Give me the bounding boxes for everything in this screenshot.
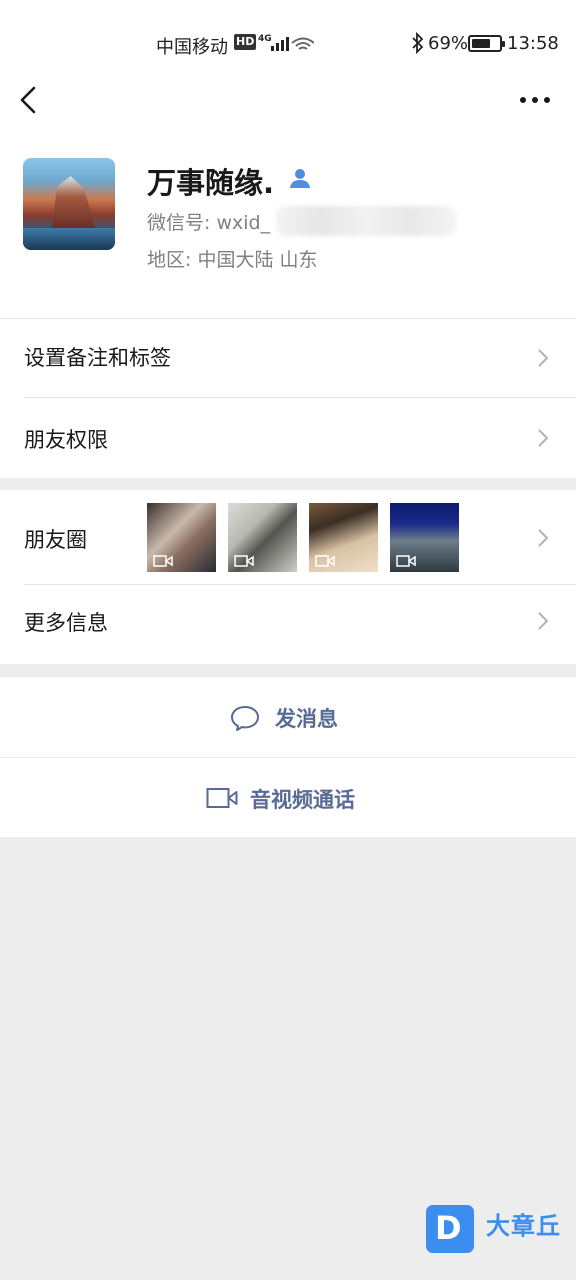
moment-thumbnail[interactable] — [147, 503, 216, 572]
avatar[interactable] — [23, 158, 115, 250]
video-call-button[interactable]: 音视频通话 — [0, 758, 576, 837]
hd-badge: HD — [234, 34, 257, 50]
back-chevron-icon[interactable] — [14, 84, 44, 116]
chevron-right-icon — [538, 529, 549, 547]
watermark-letter: D — [435, 1209, 462, 1247]
network-label: 4G — [258, 34, 272, 44]
moment-thumbnail[interactable] — [390, 503, 459, 572]
region-text: 地区: 中国大陆 山东 — [147, 249, 318, 271]
moment-thumbnail[interactable] — [309, 503, 378, 572]
clock: 13:58 — [507, 33, 559, 54]
status-bar: 中国移动 HD 4G 69% 13:58 — [0, 0, 576, 84]
wechat-id: 微信号: wxid_ — [147, 212, 271, 234]
signal-wifi-icon: 4G — [258, 34, 314, 51]
video-icon — [315, 555, 335, 567]
watermark-text: 大章丘 — [486, 1212, 561, 1240]
avatar-water — [23, 228, 115, 250]
chevron-right-icon — [538, 429, 549, 447]
remark-row[interactable]: 设置备注和标签 — [0, 318, 576, 398]
video-icon — [234, 555, 254, 567]
avatar-mountain — [51, 176, 95, 228]
battery-fill — [472, 39, 490, 48]
bluetooth-icon — [412, 31, 424, 55]
chevron-right-icon — [538, 349, 549, 367]
watermark-logo: D — [426, 1205, 474, 1253]
moment-thumbnail[interactable] — [228, 503, 297, 572]
redacted-id-blur — [276, 206, 456, 236]
contact-name: 万事随缘. — [147, 166, 275, 200]
chat-bubble-icon — [231, 706, 259, 731]
carrier-label: 中国移动 — [156, 37, 228, 58]
video-camera-icon — [206, 788, 238, 808]
battery-percent: 69% — [428, 33, 469, 54]
more-dots-icon[interactable] — [518, 92, 552, 108]
video-icon — [153, 555, 173, 567]
video-icon — [396, 555, 416, 567]
battery-icon — [468, 35, 505, 52]
send-message-button[interactable]: 发消息 — [0, 677, 576, 757]
permissions-label: 朋友权限 — [24, 428, 108, 452]
permissions-row[interactable]: 朋友权限 — [0, 398, 576, 478]
more-info-label: 更多信息 — [24, 611, 108, 635]
remark-label: 设置备注和标签 — [24, 346, 171, 370]
chevron-right-icon — [538, 612, 549, 630]
send-message-label: 发消息 — [275, 707, 338, 731]
video-call-label: 音视频通话 — [250, 788, 355, 812]
moments-label: 朋友圈 — [24, 528, 87, 552]
settings-group: 设置备注和标签 朋友权限 — [0, 318, 576, 478]
person-icon — [290, 169, 310, 188]
more-info-row[interactable]: 更多信息 — [0, 585, 576, 664]
